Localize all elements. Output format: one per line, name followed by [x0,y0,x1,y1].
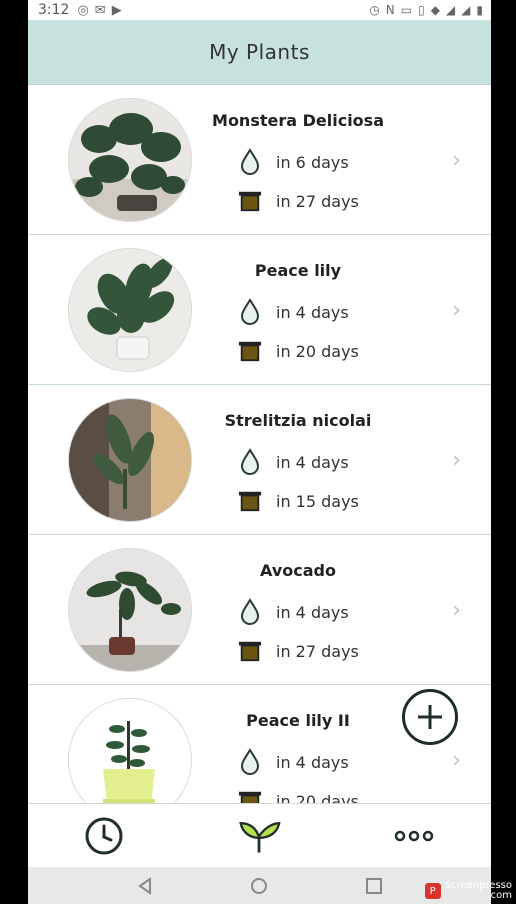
soil-pot-icon [238,786,262,803]
chevron-right-icon[interactable]: › [452,298,461,323]
plant-photo [68,548,192,672]
status-time: 3:12 [38,2,70,18]
plant-name: Strelitzia nicolai [224,411,372,430]
soil-info: in 15 days [238,486,359,516]
instagram-icon: ◎ [77,2,89,18]
app-bar: My Plants [28,20,491,85]
soil-info: in 27 days [238,186,359,216]
nfc-icon: N [385,3,395,17]
plant-row[interactable]: Peace lily in 4 days in 20 days › [28,235,491,385]
wifi-icon: ◆ [430,3,440,17]
soil-text: in 27 days [276,191,359,211]
plant-illustration [69,699,191,803]
water-drop-icon [238,447,262,477]
water-drop-icon [238,747,262,777]
soil-pot-icon [238,636,262,666]
soil-text: in 15 days [276,491,359,511]
home-icon[interactable] [249,876,269,896]
soil-text: in 20 days [276,341,359,361]
status-left-icons: ◎ ✉ ▶ [77,3,121,18]
gmail-icon: ✉ [94,2,106,18]
signal-icon: ◢ [461,3,471,17]
more-dots-icon [394,830,434,842]
watering-text: in 4 days [276,452,349,472]
soil-pot-icon [238,186,262,216]
video-icon: ▶ [111,2,122,18]
plant-name: Peace lily [254,261,342,280]
watering-info: in 4 days [238,597,349,627]
battery-icon: ▮ [476,3,483,17]
back-icon[interactable] [135,876,155,896]
strelitzia-photo [69,399,191,521]
clock-icon [85,817,123,855]
plant-row[interactable]: Strelitzia nicolai in 4 days in 15 days … [28,385,491,535]
soil-pot-icon [238,486,262,516]
history-tab[interactable] [82,814,126,858]
watermark: P Screenpresso .com [421,878,516,904]
plant-photo [68,98,192,222]
plant-photo [68,698,192,803]
alarm-icon: ◷ [369,3,380,17]
watering-info: in 4 days [238,297,349,327]
sprout-icon [239,822,281,853]
plant-row[interactable]: Monstera Deliciosa in 6 days in 27 days … [28,85,491,235]
avocado-photo [69,549,191,671]
plant-photo [68,248,192,372]
screenpresso-logo-icon: P [424,883,441,899]
watering-info: in 4 days [238,747,349,777]
plant-name: Avocado [260,561,336,580]
soil-info: in 27 days [238,636,359,666]
bottom-nav [28,803,491,868]
watering-text: in 4 days [276,752,349,772]
plant-name: Peace lily II [246,711,350,730]
watering-text: in 4 days [276,602,349,622]
chevron-right-icon[interactable]: › [452,748,461,773]
soil-pot-icon [238,336,262,366]
cast-icon: ▭ [400,3,413,17]
watermark-sub: .com [487,890,512,901]
vibrate-icon: ▯ [418,3,425,17]
plant-row[interactable]: Avocado in 4 days in 27 days › [28,535,491,685]
plant-photo [68,398,192,522]
water-drop-icon [238,597,262,627]
add-plant-button[interactable] [402,689,458,745]
soil-text: in 27 days [276,641,359,661]
watering-info: in 6 days [238,147,349,177]
watering-text: in 4 days [276,302,349,322]
page-title: My Plants [209,40,310,64]
monstera-photo [69,99,191,221]
soil-info: in 20 days [238,786,359,803]
chevron-right-icon[interactable]: › [452,148,461,173]
chevron-right-icon[interactable]: › [452,448,461,473]
signal-icon: ◢ [445,3,456,17]
status-bar: 3:12 ◎ ✉ ▶ ◷ N ▭ ▯ ◆ ◢ ◢ ▮ [28,0,491,20]
chevron-right-icon[interactable]: › [452,598,461,623]
peace-lily-photo [69,249,191,371]
status-right-icons: ◷ N ▭ ▯ ◆ ◢ ◢ ▮ [369,3,483,17]
plant-name: Monstera Deliciosa [212,111,384,130]
water-drop-icon [238,297,262,327]
more-tab[interactable] [392,814,436,858]
water-drop-icon [238,147,262,177]
plants-tab[interactable] [237,814,281,858]
soil-text: in 20 days [276,791,359,804]
recents-icon[interactable] [364,876,384,896]
watering-info: in 4 days [238,447,349,477]
watering-text: in 6 days [276,152,349,172]
soil-info: in 20 days [238,336,359,366]
plus-icon [418,705,442,729]
